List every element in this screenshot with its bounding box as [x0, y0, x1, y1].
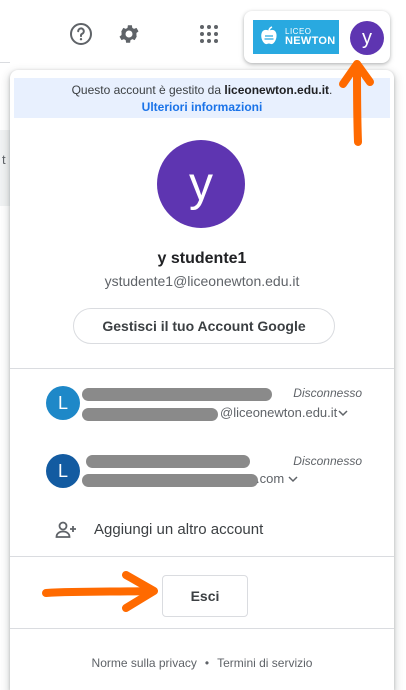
manage-account-button[interactable]: Gestisci il tuo Account Google: [73, 308, 335, 344]
managed-domain: liceonewton.edu.it: [224, 83, 330, 97]
account-status: Disconnesso: [293, 386, 362, 400]
redacted-name: [82, 388, 272, 401]
gear-icon[interactable]: [115, 20, 143, 48]
redacted-email: [82, 408, 218, 421]
managed-notice: Questo account è gestito da liceonewton.…: [14, 83, 390, 97]
add-account-label: Aggiungi un altro account: [94, 521, 264, 538]
annotation-arrow-up-icon: [339, 60, 374, 146]
account-avatar: L: [46, 386, 80, 420]
help-icon[interactable]: [67, 20, 95, 48]
footer-links: Norme sulla privacy • Termini di servizio: [10, 656, 394, 670]
learn-more-link[interactable]: Ulteriori informazioni: [14, 100, 390, 114]
managed-account-banner: Questo account è gestito da liceonewton.…: [14, 78, 390, 118]
account-email-tail: .com: [256, 471, 285, 486]
background-sidebar-strip: t: [0, 130, 10, 206]
profile-avatar[interactable]: y: [157, 140, 245, 228]
person-add-icon: [55, 521, 76, 538]
apps-grid-icon[interactable]: [195, 20, 223, 48]
terms-link[interactable]: Termini di servizio: [217, 656, 312, 670]
footer-separator: •: [204, 656, 210, 670]
account-avatar: L: [46, 454, 80, 488]
chevron-down-icon: [288, 476, 298, 483]
redacted-name: [86, 455, 250, 468]
logo-bottom-text: NEWTON: [285, 34, 336, 47]
privacy-link[interactable]: Norme sulla privacy: [92, 656, 197, 670]
redacted-email: [82, 474, 258, 487]
chevron-down-icon: [338, 410, 348, 417]
top-bar-divider: [0, 62, 10, 63]
account-email-tail: @liceonewton.edu.it: [220, 405, 338, 420]
user-email: ystudente1@liceonewton.edu.it: [104, 273, 300, 289]
managed-notice-prefix: Questo account è gestito da: [71, 83, 222, 97]
apple-logo-icon: [261, 26, 277, 45]
add-account-button[interactable]: Aggiungi un altro account: [10, 510, 394, 550]
divider: [10, 368, 394, 369]
user-name: y studente1: [157, 250, 247, 267]
account-status: Disconnesso: [293, 454, 362, 468]
annotation-arrow-right-icon: [42, 571, 158, 612]
organization-logo: LICEO NEWTON: [253, 20, 339, 54]
divider: [10, 556, 394, 557]
divider: [10, 628, 394, 629]
other-account-row[interactable]: L Disconnesso @liceonewton.edu.it: [10, 372, 394, 434]
sign-out-button[interactable]: Esci: [162, 575, 248, 617]
sidebar-partial-text: t: [2, 152, 6, 167]
managed-notice-suffix: .: [329, 83, 333, 97]
avatar[interactable]: y: [350, 21, 384, 55]
other-account-row[interactable]: L Disconnesso .com: [10, 440, 394, 502]
